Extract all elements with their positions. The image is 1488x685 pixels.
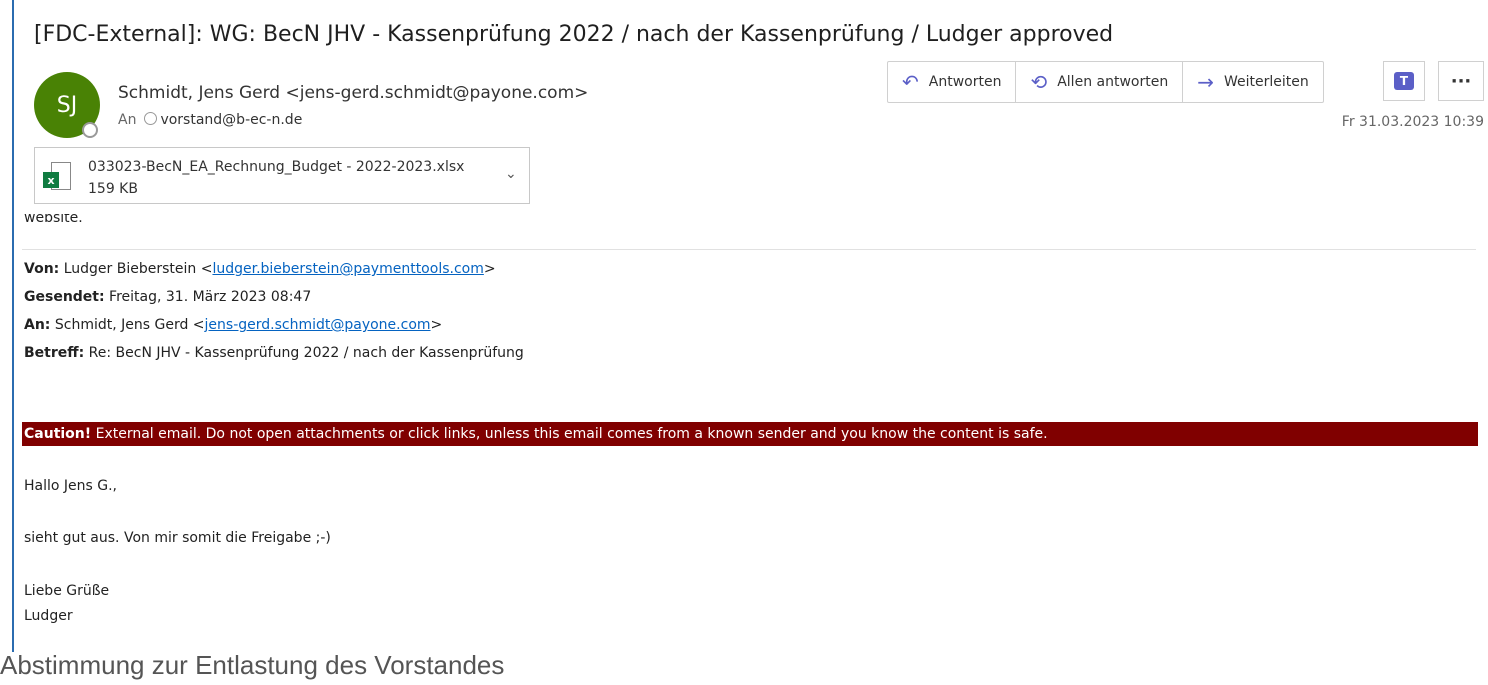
excel-file-icon: x <box>43 162 71 192</box>
quoted-to-label: An: <box>24 317 51 333</box>
reply-all-arrow-icon: ⟲ <box>1030 70 1048 94</box>
reading-pane-border <box>12 0 14 652</box>
quoted-to-line: An: Schmidt, Jens Gerd <jens-gerd.schmid… <box>24 317 442 333</box>
reply-all-label: Allen antworten <box>1057 74 1169 90</box>
from-name: Ludger Bieberstein < <box>63 261 213 277</box>
attachment-size: 159 KB <box>88 181 138 197</box>
reply-actions: ↶ Antworten ⟲ Allen antworten → Weiterle… <box>887 61 1324 103</box>
message-text: sieht gut aus. Von mir somit die Freigab… <box>24 530 331 546</box>
quoted-subject-line: Betreff: Re: BecN JHV - Kassenprüfung 20… <box>24 345 524 361</box>
quote-divider <box>22 249 1476 250</box>
quoted-from-line: Von: Ludger Bieberstein <ludger.bieberst… <box>24 261 496 277</box>
slide-caption: Abstimmung zur Entlastung des Vorstandes <box>0 650 505 680</box>
more-actions-button[interactable]: ··· <box>1438 61 1484 101</box>
recipient-presence-icon <box>144 112 158 125</box>
recipient-line: An vorstand@b-ec-n.de <box>118 112 302 128</box>
presence-status-icon <box>82 122 98 138</box>
quoted-to-name: Schmidt, Jens Gerd < <box>54 317 205 333</box>
sent-label: Gesendet: <box>24 289 105 305</box>
signature: Ludger <box>24 608 73 624</box>
cut-off-text: website. <box>24 210 83 226</box>
attachment-name: 033023-BecN_EA_Rechnung_Budget - 2022-20… <box>88 159 465 175</box>
greeting: Hallo Jens G., <box>24 478 118 494</box>
reply-all-button[interactable]: ⟲ Allen antworten <box>1016 62 1184 102</box>
teams-chat-button[interactable]: T <box>1383 61 1425 101</box>
chevron-down-icon[interactable]: ⌄ <box>505 166 517 182</box>
attachment-card[interactable]: x 033023-BecN_EA_Rechnung_Budget - 2022-… <box>34 147 530 204</box>
reply-arrow-icon: ↶ <box>902 70 919 94</box>
avatar-initials: SJ <box>56 92 78 118</box>
recipient-address[interactable]: vorstand@b-ec-n.de <box>160 112 302 128</box>
quoted-sent-line: Gesendet: Freitag, 31. März 2023 08:47 <box>24 289 311 305</box>
from-email-link[interactable]: ludger.bieberstein@paymenttools.com <box>212 261 483 277</box>
caution-text: External email. Do not open attachments … <box>95 426 1048 442</box>
reply-button[interactable]: ↶ Antworten <box>888 62 1017 102</box>
caution-label: Caution! <box>24 426 92 442</box>
to-label: An <box>118 112 137 128</box>
reply-label: Antworten <box>928 74 1002 90</box>
subject-value: Re: BecN JHV - Kassenprüfung 2022 / nach… <box>88 345 524 361</box>
teams-icon: T <box>1394 72 1414 90</box>
forward-label: Weiterleiten <box>1223 74 1309 90</box>
forward-arrow-icon: → <box>1197 70 1214 94</box>
forward-button[interactable]: → Weiterleiten <box>1183 62 1323 102</box>
to-email-link[interactable]: jens-gerd.schmidt@payone.com <box>205 317 431 333</box>
sent-value: Freitag, 31. März 2023 08:47 <box>109 289 312 305</box>
to-end: > <box>430 317 443 333</box>
from-label: Von: <box>24 261 60 277</box>
closing: Liebe Grüße <box>24 583 110 599</box>
from-end: > <box>483 261 496 277</box>
sender-name[interactable]: Schmidt, Jens Gerd <jens-gerd.schmidt@pa… <box>118 83 588 103</box>
more-dots-icon: ··· <box>1450 70 1472 92</box>
subject-label: Betreff: <box>24 345 85 361</box>
email-subject: [FDC-External]: WG: BecN JHV - Kassenprü… <box>34 22 1114 47</box>
external-caution-banner: Caution! External email. Do not open att… <box>22 422 1478 446</box>
sent-date: Fr 31.03.2023 10:39 <box>1341 114 1484 130</box>
